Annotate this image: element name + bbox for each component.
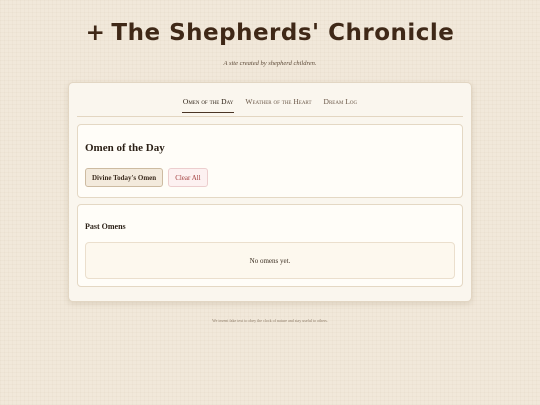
site-subtitle: A site created by shepherd children. xyxy=(223,60,317,67)
divine-omen-button[interactable]: Divine Today's Omen xyxy=(85,168,164,187)
site-title: + The Shepherds' Chronicle xyxy=(0,18,540,48)
tab-omen-of-the-day[interactable]: Omen of the Day xyxy=(181,97,235,113)
cross-icon: + xyxy=(85,20,106,46)
site-header: + The Shepherds' Chronicle A site created… xyxy=(0,18,540,67)
site-title-text: The Shepherds' Chronicle xyxy=(111,20,455,46)
main-card: Omen of the Day Weather of the Heart Dre… xyxy=(68,82,472,302)
past-omens-panel: Past Omens No omens yet. xyxy=(77,204,463,287)
site-footer: We invent fake text to obey the clock of… xyxy=(212,318,328,323)
tab-bar: Omen of the Day Weather of the Heart Dre… xyxy=(69,97,471,113)
tab-dream-log[interactable]: Dream Log xyxy=(323,97,359,113)
omen-panel-title: Omen of the Day xyxy=(85,142,165,154)
tab-weather-of-the-heart[interactable]: Weather of the Heart xyxy=(244,97,312,113)
clear-all-button[interactable]: Clear All xyxy=(168,168,208,187)
tabs-divider xyxy=(77,116,463,117)
omen-of-the-day-panel: Omen of the Day Divine Today's Omen Clea… xyxy=(77,124,463,198)
past-omens-title: Past Omens xyxy=(85,222,126,231)
omen-button-row: Divine Today's Omen Clear All xyxy=(85,168,208,187)
past-omens-empty-state: No omens yet. xyxy=(85,242,455,279)
